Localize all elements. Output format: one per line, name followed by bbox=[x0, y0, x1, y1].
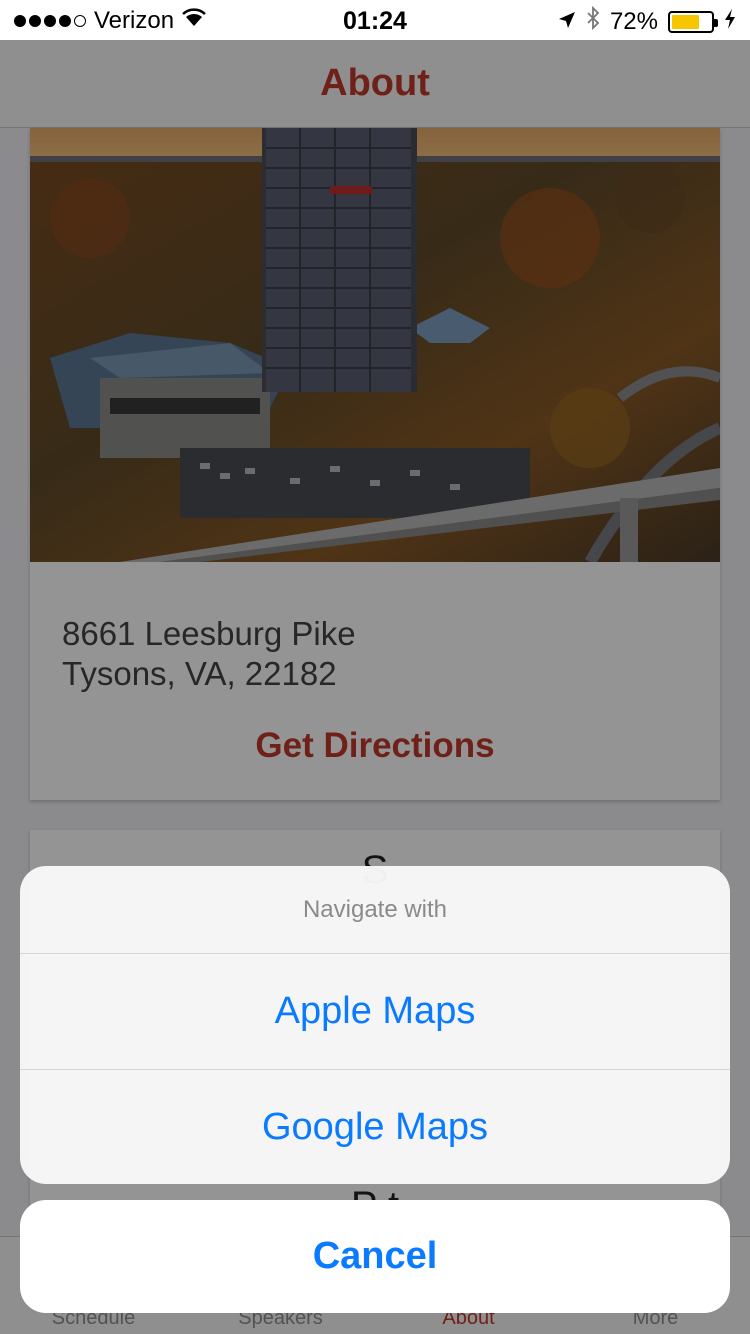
app-screen: Verizon 01:24 72% About 8661 Leesburg Pi… bbox=[0, 0, 750, 1334]
apple-maps-button[interactable]: Apple Maps bbox=[20, 954, 730, 1069]
action-sheet-title: Navigate with bbox=[20, 866, 730, 954]
charging-bolt-icon bbox=[724, 8, 736, 36]
cancel-button[interactable]: Cancel bbox=[20, 1200, 730, 1313]
status-right: 72% bbox=[558, 5, 736, 37]
status-bar: Verizon 01:24 72% bbox=[0, 0, 750, 40]
bluetooth-icon bbox=[586, 5, 600, 37]
navigate-action-sheet: Navigate with Apple Maps Google Maps bbox=[20, 866, 730, 1184]
battery-icon bbox=[668, 10, 718, 33]
battery-percent: 72% bbox=[609, 7, 658, 35]
location-arrow-icon bbox=[558, 8, 576, 36]
battery-fill bbox=[672, 14, 700, 29]
google-maps-button[interactable]: Google Maps bbox=[20, 1069, 730, 1184]
